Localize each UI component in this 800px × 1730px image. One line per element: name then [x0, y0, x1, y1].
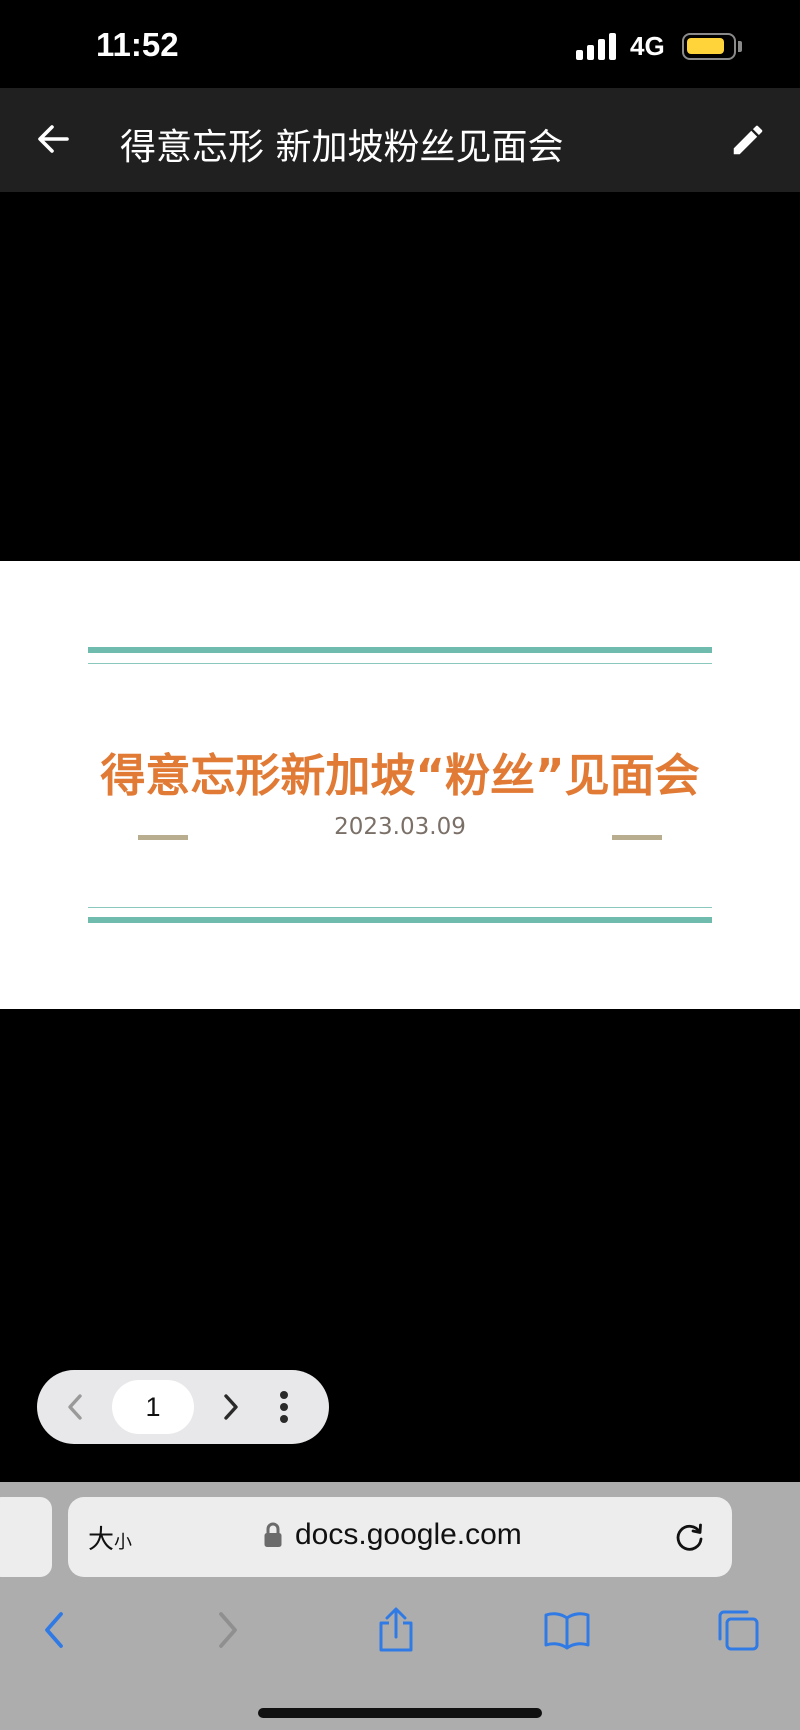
browser-bottom-bar: 大小 docs.google.com [0, 1482, 800, 1730]
top-rule-thick [88, 647, 712, 653]
reload-button[interactable] [672, 1519, 708, 1555]
bookmarks-icon [544, 1612, 590, 1650]
text-size-large-glyph: 大 [88, 1525, 115, 1555]
more-options-button[interactable] [269, 1384, 299, 1430]
slide-title: 得意忘形新加坡“粉丝”见面会 [100, 749, 700, 802]
chevron-left-icon [68, 1394, 82, 1420]
bookmarks-button[interactable] [537, 1600, 597, 1660]
bottom-rule-thin [88, 907, 712, 908]
text-size-small-glyph: 小 [114, 1532, 133, 1553]
share-icon [379, 1607, 413, 1652]
address-bar[interactable]: 大小 docs.google.com [68, 1497, 732, 1577]
url-text[interactable]: docs.google.com [295, 1518, 522, 1552]
battery-level [687, 38, 724, 54]
forward-icon [219, 1612, 237, 1648]
share-button[interactable] [366, 1600, 426, 1660]
bottom-rule-thick [88, 917, 712, 923]
home-indicator[interactable] [258, 1708, 542, 1718]
more-vertical-icon [280, 1391, 288, 1423]
back-button[interactable] [30, 116, 76, 162]
battery-cap [738, 41, 742, 52]
slide-date: 2023.03.09 [334, 814, 466, 840]
tabs-button[interactable] [708, 1600, 768, 1660]
text-size-button[interactable]: 大小 [88, 1519, 132, 1555]
document-title: 得意忘形 新加坡粉丝见面会 [120, 127, 564, 168]
lock-icon [264, 1522, 282, 1547]
adjacent-tab-card[interactable] [0, 1497, 52, 1577]
chevron-right-icon [224, 1394, 238, 1420]
arrow-left-icon [38, 125, 69, 153]
cellular-signal-icon [576, 32, 618, 60]
browser-forward-button[interactable] [198, 1600, 258, 1660]
status-bar: 11:52 4G [0, 0, 800, 88]
app-header: 得意忘形 新加坡粉丝见面会 [0, 88, 800, 192]
pencil-icon [733, 125, 763, 155]
current-page-number[interactable]: 1 [112, 1380, 194, 1434]
status-time: 11:52 [96, 26, 179, 63]
battery-icon [682, 33, 736, 60]
browser-back-button[interactable] [24, 1600, 84, 1660]
page-navigator: 1 [37, 1370, 329, 1444]
top-rule-thin [88, 663, 712, 664]
network-type: 4G [630, 31, 665, 61]
reload-icon [676, 1523, 703, 1551]
right-accent-dash [612, 835, 662, 840]
edit-button[interactable] [724, 116, 772, 164]
previous-page-button[interactable] [55, 1386, 95, 1428]
slide-canvas: 得意忘形新加坡“粉丝”见面会 2023.03.09 [0, 561, 800, 1009]
back-icon [45, 1612, 63, 1648]
tabs-icon [718, 1610, 759, 1651]
next-page-button[interactable] [211, 1386, 251, 1428]
